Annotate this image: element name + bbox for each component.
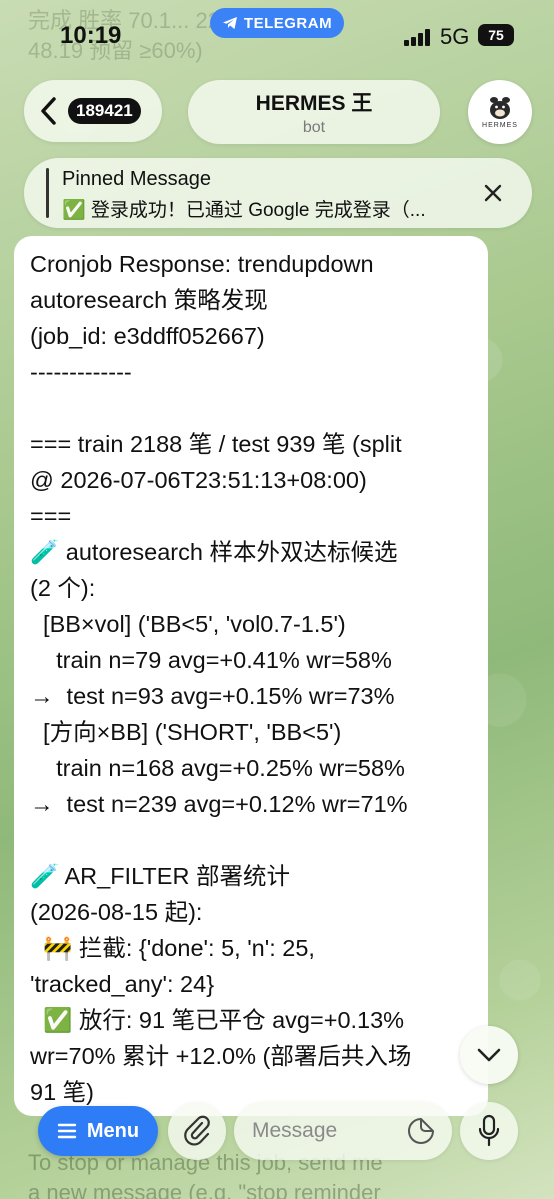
avatar-logo xyxy=(490,97,510,119)
message-line: train n=79 avg=+0.41% wr=58% xyxy=(30,647,392,673)
menu-label: Menu xyxy=(86,1119,140,1142)
message-line: 🧪 AR_FILTER 部署统计 xyxy=(30,863,290,889)
back-button[interactable]: 189421 xyxy=(24,80,162,142)
bot-avatar[interactable]: HERMES xyxy=(468,80,532,144)
chat-subtitle: bot xyxy=(302,119,326,136)
unread-count-badge: 189421 xyxy=(68,98,141,124)
chevron-down-icon xyxy=(477,1048,501,1062)
close-icon[interactable] xyxy=(480,180,506,206)
message-line: (2026-08-15 起): xyxy=(30,899,203,925)
message-line: → test n=93 avg=+0.15% wr=73% xyxy=(30,683,395,709)
message-line: Cronjob Response: trendupdown xyxy=(30,251,374,277)
pinned-indicator-bar xyxy=(46,168,49,218)
message-text: Cronjob Response: trendupdown autoresear… xyxy=(30,246,480,1110)
message-line: 🧪 autoresearch 样本外双达标候选 xyxy=(30,539,398,565)
message-line: [方向×BB] ('SHORT', 'BB<5') xyxy=(30,719,342,745)
message-line: @ 2026-07-06T23:51:13+08:00) xyxy=(30,467,367,493)
pinned-message[interactable]: Pinned Message ✅ 登录成功！已通过 Google 完成登录（..… xyxy=(24,158,532,228)
status-bar: 10:19 TELEGRAM 5G 75 xyxy=(0,0,554,72)
telegram-plane-icon xyxy=(222,17,237,29)
message-input[interactable] xyxy=(252,1114,402,1148)
chevron-left-icon xyxy=(41,97,56,125)
pinned-text: ✅ 登录成功！已通过 Google 完成登录（... xyxy=(62,200,426,221)
microphone-icon xyxy=(478,1114,500,1147)
message-line: 'tracked_any': 24} xyxy=(30,971,215,997)
message-line: (job_id: e3ddff052667) xyxy=(30,323,265,349)
message-bubble[interactable]: Cronjob Response: trendupdown autoresear… xyxy=(14,236,488,1116)
status-time: 10:19 xyxy=(60,22,122,49)
message-line xyxy=(30,822,480,858)
message-line: 🚧 拦截: {'done': 5, 'n': 25, xyxy=(30,935,315,961)
signal-icon xyxy=(404,28,432,46)
message-line: (2 个): xyxy=(30,575,96,601)
message-line: ------------- xyxy=(30,359,132,385)
scroll-to-bottom-button[interactable] xyxy=(460,1026,518,1084)
message-line: wr=70% 累计 +12.0% (部署后共入场 xyxy=(30,1043,412,1069)
message-input-container[interactable] xyxy=(234,1102,452,1160)
message-line: ✅ 放行: 91 笔已平仓 avg=+0.13% xyxy=(30,1007,405,1033)
telegram-indicator[interactable]: TELEGRAM xyxy=(210,8,344,38)
telegram-label: TELEGRAM xyxy=(243,14,333,32)
voice-button[interactable] xyxy=(460,1102,518,1160)
chat-title: HERMES 王 xyxy=(255,92,373,115)
menu-button[interactable]: Menu xyxy=(38,1106,158,1156)
pinned-label: Pinned Message xyxy=(62,168,211,190)
battery-indicator: 75 xyxy=(478,24,514,46)
message-line: [BB×vol] ('BB<5', 'vol0.7-1.5') xyxy=(30,611,346,637)
paperclip-icon xyxy=(184,1115,210,1146)
message-line: === train 2188 笔 / test 939 笔 (split xyxy=(30,431,402,457)
avatar-wordmark: HERMES xyxy=(482,122,518,129)
menu-lines-icon xyxy=(57,1123,77,1139)
message-line: autoresearch 策略发现 xyxy=(30,287,268,313)
chat-header[interactable]: HERMES 王 bot xyxy=(188,80,440,144)
attach-button[interactable] xyxy=(168,1102,226,1160)
message-line xyxy=(30,390,480,426)
network-type: 5G xyxy=(440,24,470,49)
message-line: === xyxy=(30,503,72,529)
sticker-icon[interactable] xyxy=(406,1116,436,1146)
message-line: → test n=239 avg=+0.12% wr=71% xyxy=(30,791,408,817)
message-line: train n=168 avg=+0.25% wr=58% xyxy=(30,755,405,781)
